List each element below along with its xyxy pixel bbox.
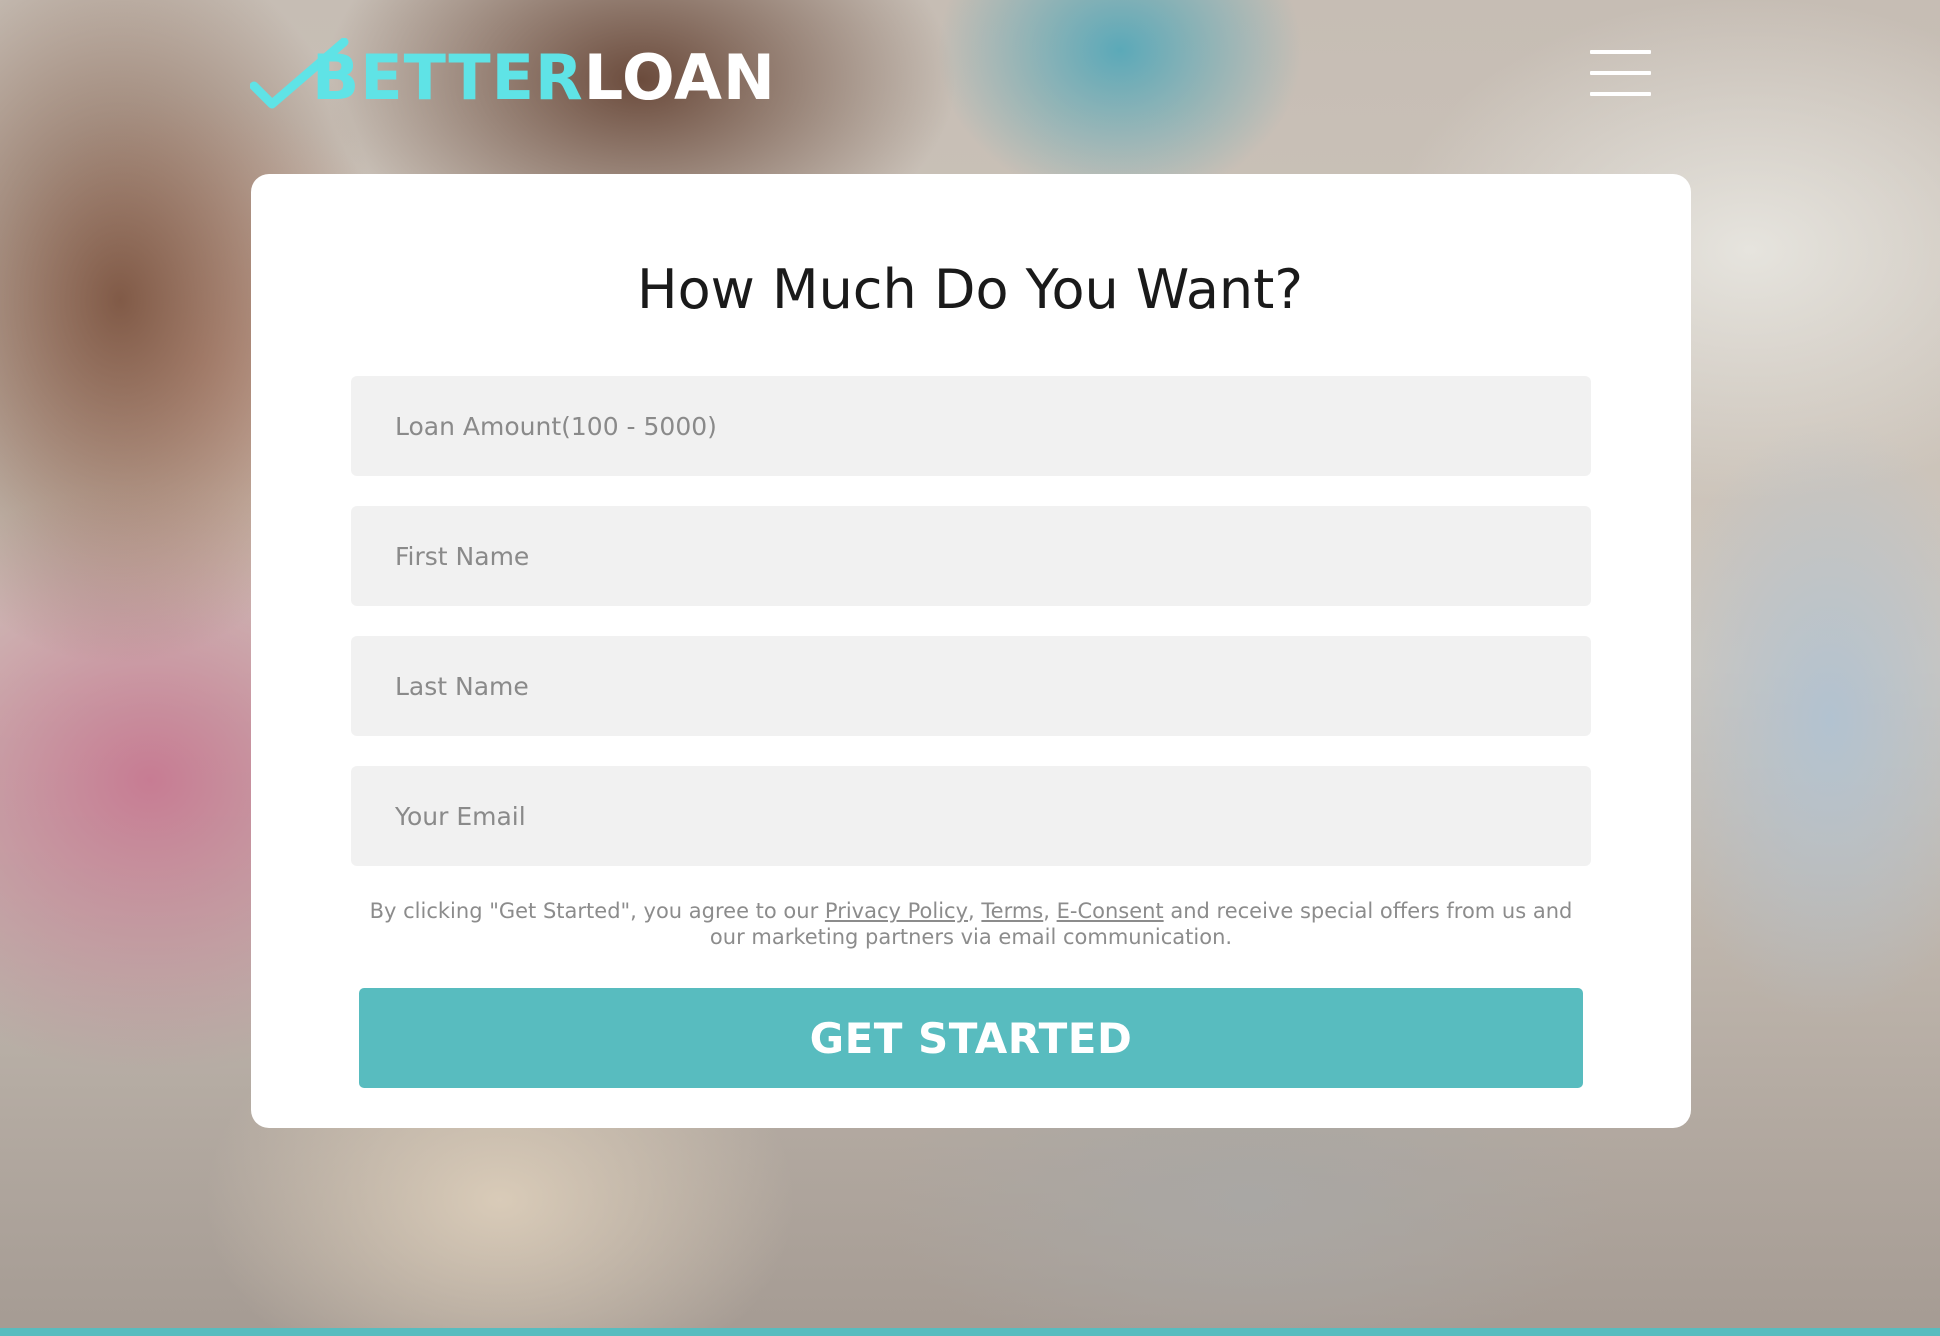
privacy-policy-link[interactable]: Privacy Policy — [825, 899, 968, 923]
menu-line — [1590, 92, 1651, 96]
first-name-input[interactable] — [351, 506, 1591, 606]
menu-line — [1590, 71, 1651, 75]
loan-amount-input[interactable] — [351, 376, 1591, 476]
brand-wordmark: BETTERLOAN — [312, 47, 776, 109]
consent-text: By clicking "Get Started", you agree to … — [360, 898, 1582, 950]
e-consent-link[interactable]: E-Consent — [1057, 899, 1164, 923]
consent-prefix: By clicking "Get Started", you agree to … — [369, 899, 825, 923]
hamburger-menu-icon[interactable] — [1590, 50, 1651, 96]
email-input[interactable] — [351, 766, 1591, 866]
brand-logo[interactable]: BETTERLOAN — [250, 38, 776, 118]
footer-accent-bar — [0, 1328, 1940, 1336]
brand-name-part1: BETTER — [312, 41, 584, 114]
form-title: How Much Do You Want? — [637, 258, 1303, 321]
get-started-button[interactable]: GET STARTED — [359, 988, 1583, 1088]
brand-name-part2: LOAN — [583, 41, 776, 114]
terms-link[interactable]: Terms — [981, 899, 1043, 923]
menu-line — [1590, 50, 1651, 54]
last-name-input[interactable] — [351, 636, 1591, 736]
consent-separator: , — [968, 899, 982, 923]
consent-separator: , — [1043, 899, 1057, 923]
